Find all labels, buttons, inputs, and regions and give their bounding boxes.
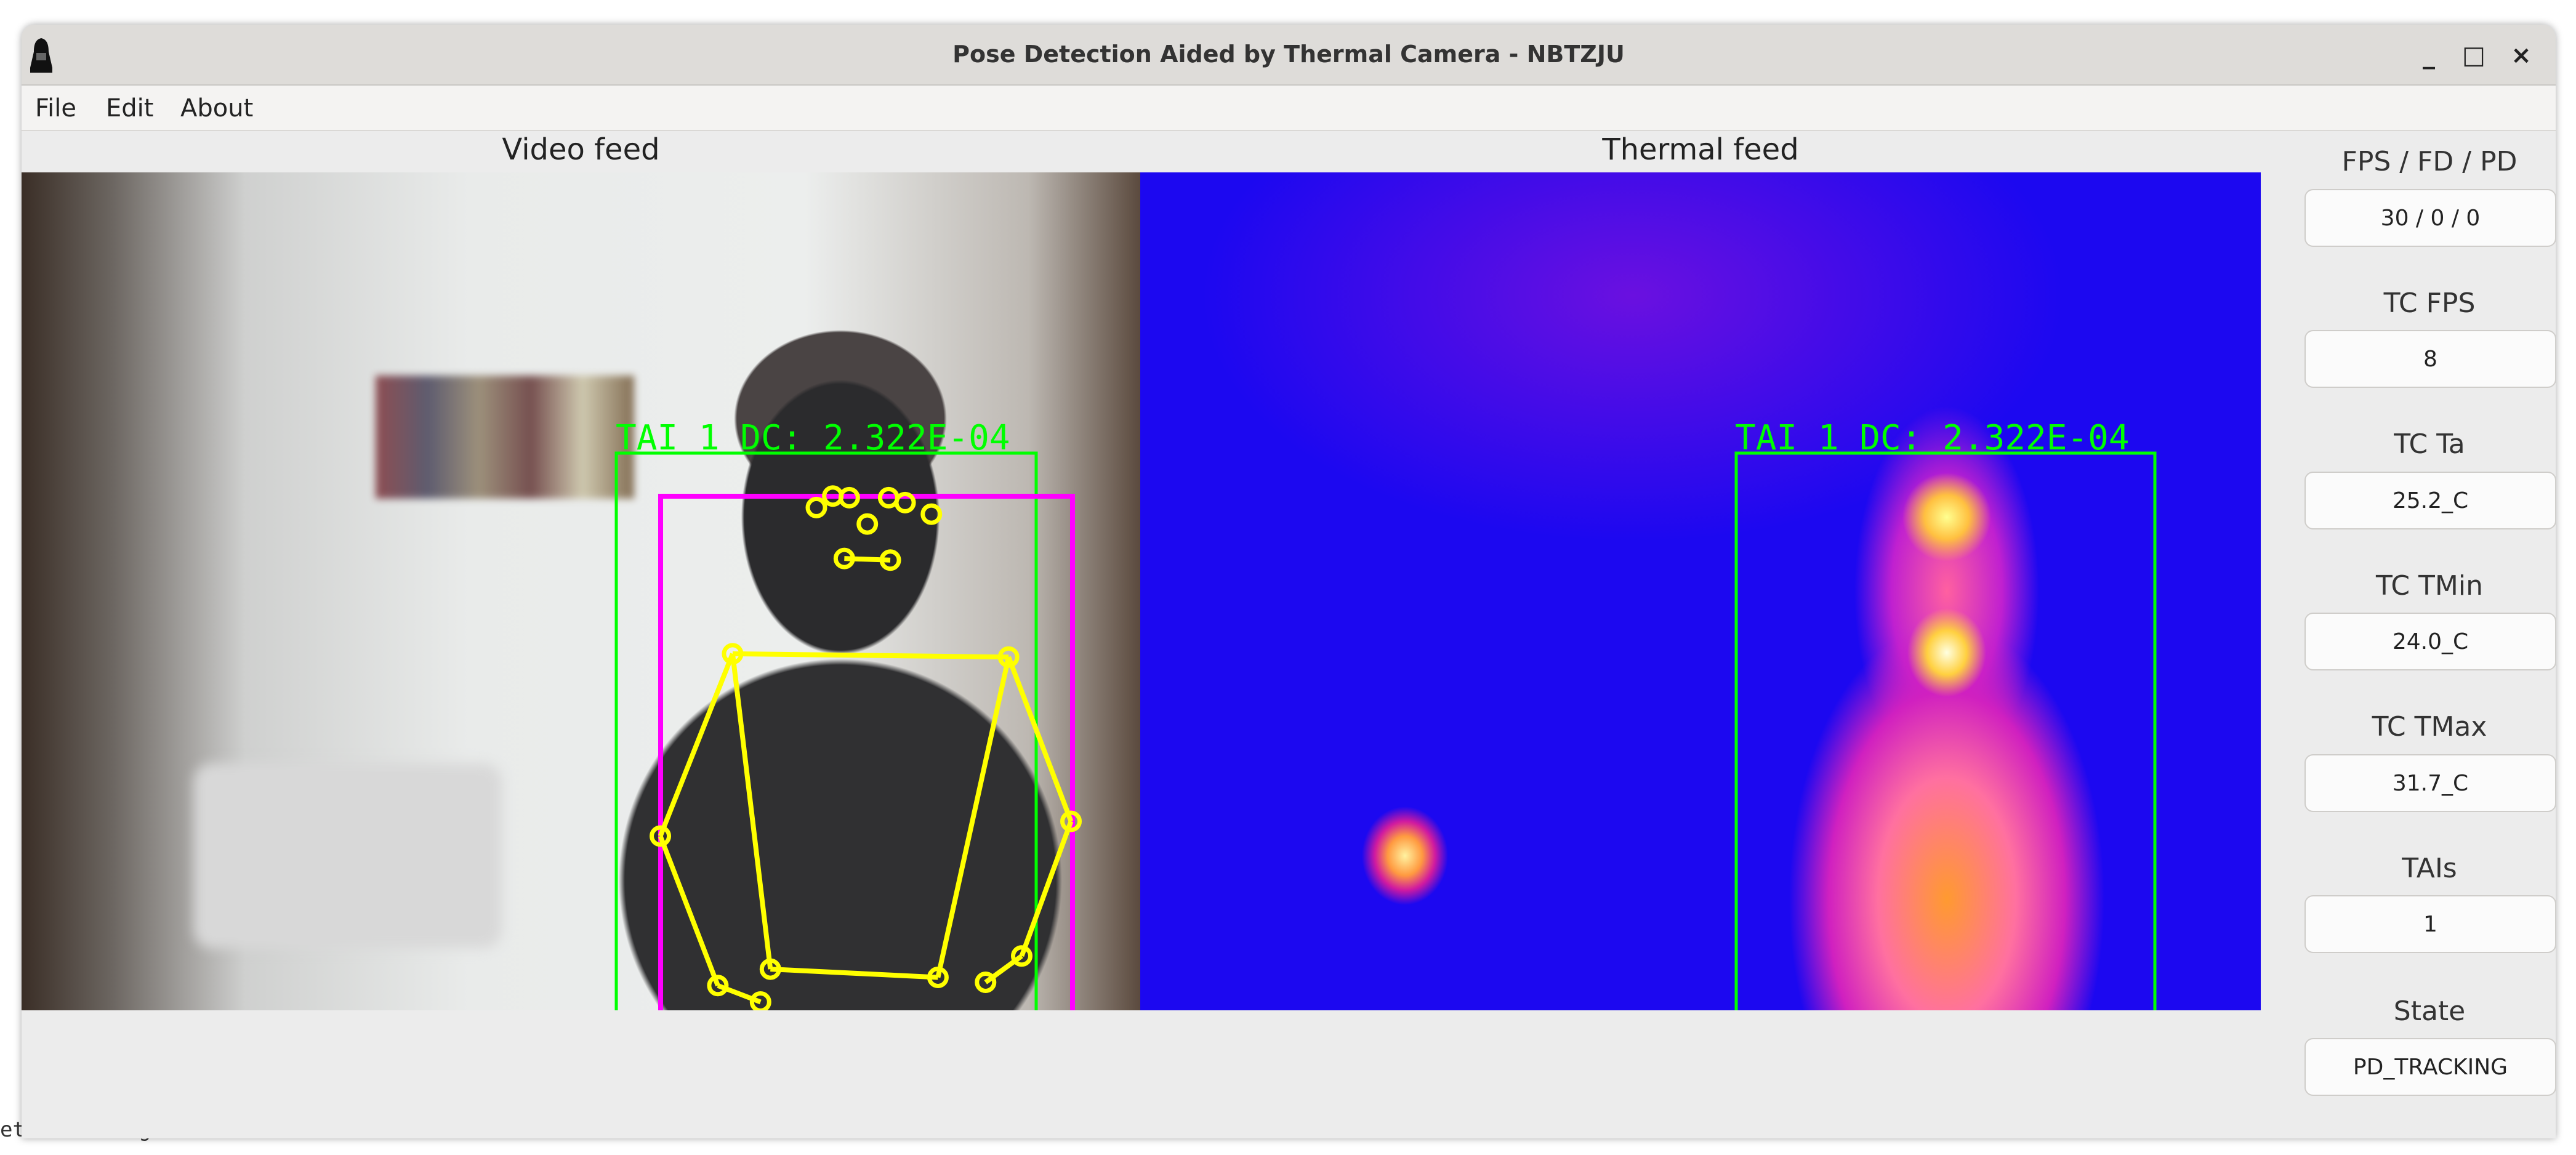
thermal-feed-label: Thermal feed: [1602, 132, 1799, 167]
close-button[interactable]: ×: [2503, 38, 2540, 73]
fps-value: 30 / 0 / 0: [2304, 189, 2556, 247]
bed: [194, 763, 502, 948]
tc-tmax-label: TC TMax: [2372, 711, 2487, 742]
menu-bar: File Edit About: [22, 86, 2556, 131]
video-feed: [22, 172, 1140, 1010]
tc-ta-value: 25.2_C: [2304, 472, 2556, 529]
tc-tmax-value: 31.7_C: [2304, 754, 2556, 812]
fps-label: FPS / FD / PD: [2341, 146, 2518, 177]
tc-fps-label: TC FPS: [2383, 288, 2476, 319]
tc-fps-value: 8: [2304, 330, 2556, 388]
video-feed-label: Video feed: [502, 132, 660, 167]
minimize-button[interactable]: _: [2410, 38, 2447, 73]
tais-label: TAIs: [2402, 853, 2457, 884]
menu-edit[interactable]: Edit: [106, 94, 153, 123]
menu-about[interactable]: About: [180, 94, 253, 123]
bookshelf: [376, 376, 634, 499]
thermal-feed: [1140, 172, 2261, 1010]
tc-tmin-label: TC TMin: [2376, 570, 2483, 602]
menu-file[interactable]: File: [35, 94, 76, 123]
tc-tmin-value: 24.0_C: [2304, 613, 2556, 670]
state-label: State: [2393, 996, 2466, 1027]
tc-ta-label: TC Ta: [2394, 429, 2465, 460]
title-bar[interactable]: Pose Detection Aided by Thermal Camera -…: [22, 25, 2556, 86]
state-value: PD_TRACKING: [2304, 1038, 2556, 1096]
window-title: Pose Detection Aided by Thermal Camera -…: [952, 41, 1625, 68]
maximize-button[interactable]: □: [2455, 38, 2492, 73]
app-window: Pose Detection Aided by Thermal Camera -…: [22, 25, 2556, 1138]
tais-value: 1: [2304, 895, 2556, 953]
